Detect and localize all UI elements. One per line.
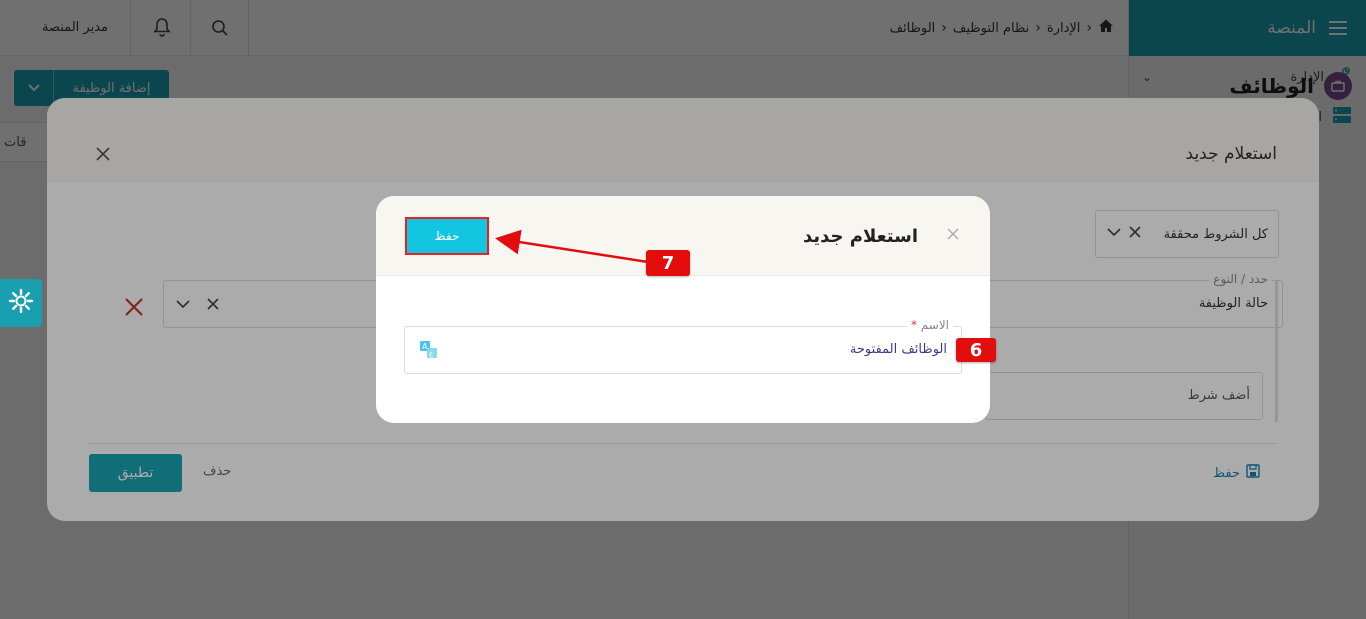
save-query-modal: حفظ استعلام جديد الاسم * الوظائف المفتوح… [376, 196, 990, 423]
step-callout-6: 6 [956, 338, 996, 362]
name-label-text: الاسم [920, 318, 949, 332]
gear-icon [7, 287, 35, 319]
query-name-input[interactable]: الاسم * الوظائف المفتوحة Aع [404, 318, 962, 374]
query-name-value: الوظائف المفتوحة [849, 342, 947, 357]
required-mark: * [910, 318, 917, 332]
save-button[interactable]: حفظ [405, 217, 489, 255]
svg-text:A: A [422, 342, 428, 351]
modal-title: استعلام جديد [802, 226, 918, 247]
step-callout-7: 7 [646, 250, 690, 276]
settings-gear-button[interactable] [0, 279, 42, 327]
name-label: الاسم * [906, 318, 953, 332]
close-icon[interactable] [946, 226, 960, 240]
translate-icon[interactable]: Aع [419, 340, 439, 360]
